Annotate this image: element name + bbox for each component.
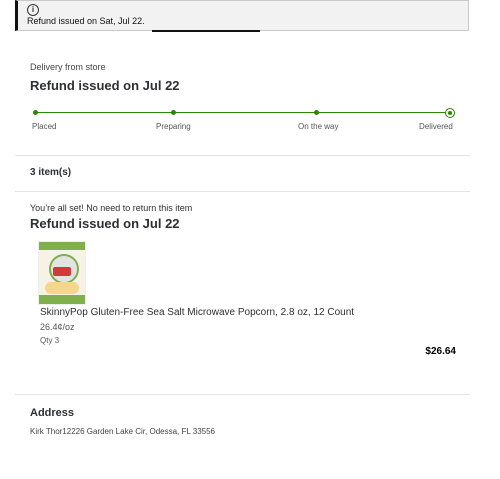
step-preparing-label: Preparing (156, 122, 191, 131)
unit-price: 26.4¢/oz (40, 322, 75, 332)
step-on-the-way-label: On the way (298, 122, 339, 131)
quantity: Qty 3 (40, 336, 60, 345)
step-delivered-dot (445, 108, 455, 118)
banner-message: Refund issued on Sat, Jul 22. (27, 16, 145, 26)
order-item: You’re all set! No need to return this i… (30, 203, 460, 357)
order-progress-tracker: Placed Preparing On the way Delivered (32, 105, 455, 135)
step-delivered-label: Delivered (419, 122, 453, 131)
address-text: Kirk Thor12226 Garden Lake Cir, Odessa, … (30, 427, 215, 436)
delivery-label: Delivery from store (30, 62, 106, 72)
item-total-price: $26.64 (425, 346, 456, 357)
step-placed-dot (33, 110, 38, 115)
return-note: You’re all set! No need to return this i… (30, 203, 193, 213)
divider (15, 191, 470, 192)
divider (15, 155, 470, 156)
step-on-the-way-dot (314, 110, 319, 115)
order-status: Delivery from store Refund issued on Jul… (30, 62, 180, 93)
product-name-link[interactable]: SkinnyPop Gluten-Free Sea Salt Microwave… (40, 307, 354, 318)
item-refund-title: Refund issued on Jul 22 (30, 216, 180, 231)
refund-banner: i Refund issued on Sat, Jul 22. (15, 0, 469, 32)
step-preparing-dot (171, 110, 176, 115)
items-count: 3 item(s) (30, 167, 72, 178)
divider (15, 394, 470, 395)
address-title: Address (30, 407, 75, 419)
product-image[interactable] (38, 241, 86, 305)
step-placed-label: Placed (32, 122, 57, 131)
info-icon: i (27, 4, 39, 16)
refund-title: Refund issued on Jul 22 (30, 78, 180, 93)
progress-line (35, 112, 450, 113)
banner-divider (152, 30, 260, 32)
